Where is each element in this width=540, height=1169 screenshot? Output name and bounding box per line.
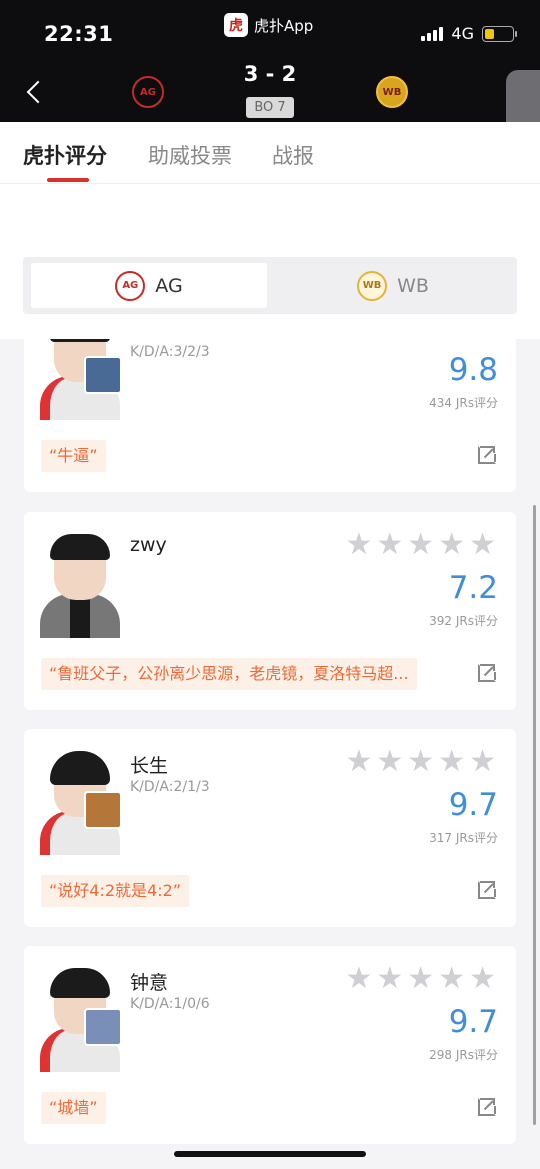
app-name: 虎扑App xyxy=(254,16,314,35)
star-icon[interactable]: ★ xyxy=(469,964,496,994)
player-vote-count: 392 JRs评分 xyxy=(429,614,498,628)
player-card[interactable]: zwy ★ ★ ★ ★ ★ 7.2 392 JRs评分 “鲁班父子，公孙离少思源… xyxy=(24,512,516,710)
team-switch: AG AG WB WB xyxy=(23,257,517,314)
hupu-logo-icon: 虎 xyxy=(224,13,248,37)
rating-stars[interactable]: ★ ★ ★ ★ ★ xyxy=(345,530,496,560)
star-icon[interactable]: ★ xyxy=(345,530,372,560)
hero-avatar xyxy=(84,1008,122,1046)
rating-stars[interactable]: ★ ★ ★ ★ ★ xyxy=(345,747,496,777)
player-name: zwy xyxy=(130,534,167,556)
tab-cheer-vote[interactable]: 助威投票 xyxy=(148,140,232,170)
player-score: 9.8 xyxy=(448,352,498,388)
star-icon[interactable]: ★ xyxy=(376,964,403,994)
share-icon[interactable] xyxy=(478,881,496,899)
star-icon[interactable]: ★ xyxy=(376,530,403,560)
team-option-wb[interactable]: WB WB xyxy=(275,263,511,308)
battery-icon xyxy=(482,25,517,42)
rating-stars[interactable]: ★ ★ ★ ★ ★ xyxy=(345,964,496,994)
top-comment[interactable]: “说好4:2就是4:2” xyxy=(41,875,190,907)
tab-bar: 虎扑评分 助威投票 战报 xyxy=(0,122,540,184)
app-indicator[interactable]: 虎 虎扑App xyxy=(224,12,313,38)
team-option-ag[interactable]: AG AG xyxy=(31,263,267,308)
player-card[interactable]: 长生 K/D/A:2/1/3 ★ ★ ★ ★ ★ 9.7 317 JRs评分 “… xyxy=(24,729,516,927)
star-icon[interactable]: ★ xyxy=(407,530,434,560)
network-label: 4G xyxy=(451,24,474,43)
player-card[interactable]: K/D/A:3/2/3 9.8 434 JRs评分 “牛逼” xyxy=(24,339,516,492)
status-indicators: 4G xyxy=(421,24,517,43)
share-icon[interactable] xyxy=(478,1098,496,1116)
star-icon[interactable]: ★ xyxy=(469,530,496,560)
match-score: 3 - 2 xyxy=(243,62,297,86)
hero-avatar xyxy=(84,356,122,394)
player-card[interactable]: 钟意 K/D/A:1/0/6 ★ ★ ★ ★ ★ 9.7 298 JRs评分 “… xyxy=(24,946,516,1144)
team-logo-wb[interactable]: WB xyxy=(376,76,408,108)
scrollbar[interactable] xyxy=(533,505,536,1125)
match-format-badge: BO 7 xyxy=(246,97,294,118)
ag-logo-icon: AG xyxy=(115,270,146,301)
team-option-label: WB xyxy=(397,274,429,297)
player-kda: K/D/A:1/0/6 xyxy=(130,996,210,1012)
player-name: 长生 xyxy=(130,755,169,777)
tab-active-indicator xyxy=(47,178,89,182)
wb-logo-icon: WB xyxy=(357,270,388,301)
top-comment[interactable]: “牛逼” xyxy=(41,440,106,472)
signal-icon xyxy=(421,26,444,41)
star-icon[interactable]: ★ xyxy=(345,964,372,994)
star-icon[interactable]: ★ xyxy=(376,747,403,777)
tab-hupu-rating[interactable]: 虎扑评分 xyxy=(23,140,107,170)
player-score: 9.7 xyxy=(448,1004,498,1040)
star-icon[interactable]: ★ xyxy=(438,530,465,560)
player-avatar xyxy=(40,534,120,638)
star-icon[interactable]: ★ xyxy=(407,747,434,777)
star-icon[interactable]: ★ xyxy=(438,747,465,777)
share-icon[interactable] xyxy=(478,446,496,464)
player-vote-count: 317 JRs评分 xyxy=(429,831,498,845)
tab-match-report[interactable]: 战报 xyxy=(272,140,314,170)
player-score: 7.2 xyxy=(448,570,498,606)
home-indicator[interactable] xyxy=(174,1151,366,1157)
player-list[interactable]: K/D/A:3/2/3 9.8 434 JRs评分 “牛逼” zwy ★ ★ ★… xyxy=(0,339,540,1169)
star-icon[interactable]: ★ xyxy=(469,747,496,777)
share-icon[interactable] xyxy=(478,664,496,682)
player-score: 9.7 xyxy=(448,787,498,823)
status-time: 22:31 xyxy=(44,22,114,46)
hero-avatar xyxy=(84,791,122,829)
player-kda: K/D/A:3/2/3 xyxy=(130,344,210,360)
player-kda: K/D/A:2/1/3 xyxy=(130,779,210,795)
star-icon[interactable]: ★ xyxy=(407,964,434,994)
star-icon[interactable]: ★ xyxy=(438,964,465,994)
team-option-label: AG xyxy=(155,274,183,297)
top-comment[interactable]: “城墙” xyxy=(41,1092,106,1124)
player-vote-count: 298 JRs评分 xyxy=(429,1048,498,1062)
player-name: 钟意 xyxy=(130,972,169,994)
match-header: 22:31 虎 虎扑App 4G AG 3 - 2 BO 7 WB xyxy=(0,0,540,122)
star-icon[interactable]: ★ xyxy=(345,747,372,777)
player-vote-count: 434 JRs评分 xyxy=(429,396,498,410)
top-comment[interactable]: “鲁班父子，公孙离少思源，老虎镜，夏洛特马超... xyxy=(41,658,417,690)
